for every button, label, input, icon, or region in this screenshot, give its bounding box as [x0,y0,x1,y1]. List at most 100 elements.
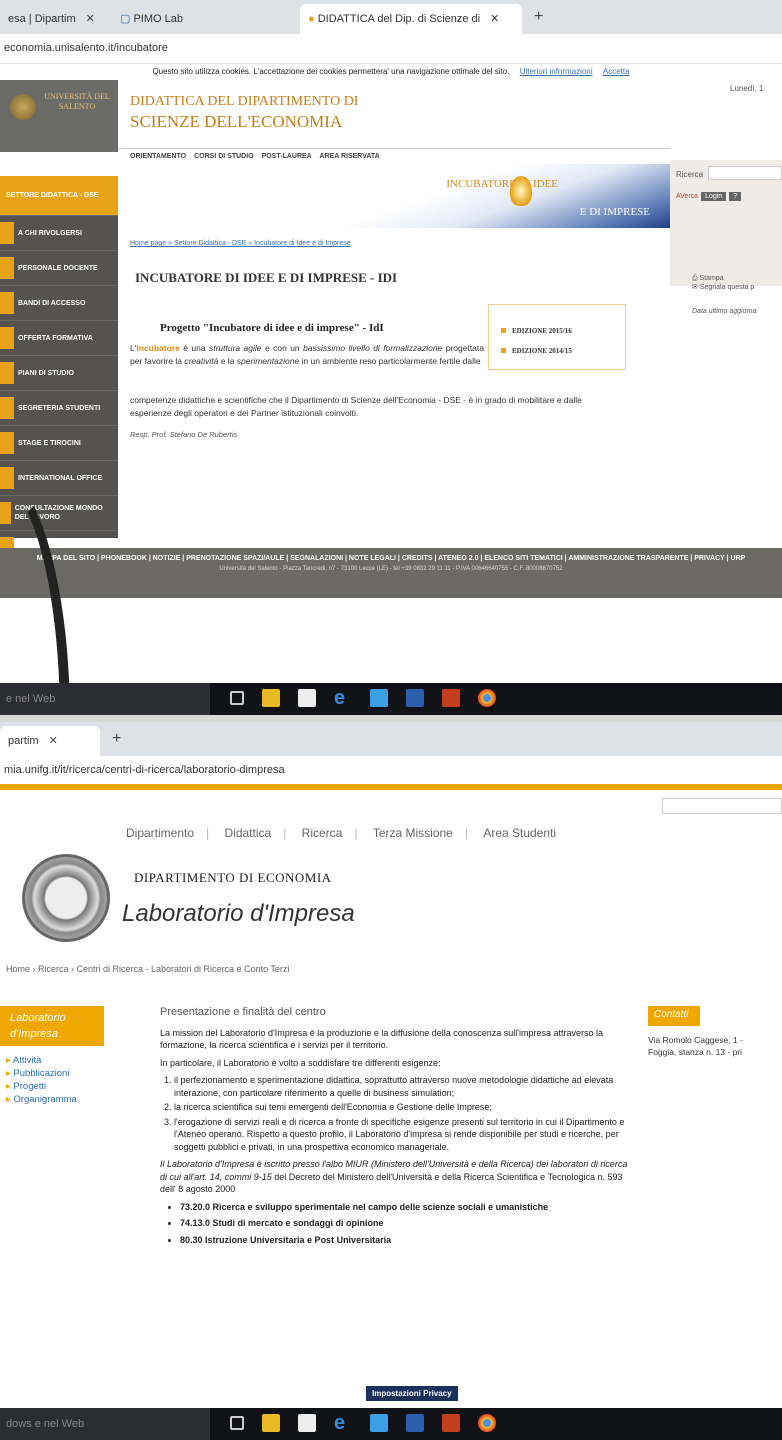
mission-paragraph: La mission del Laboratorio d'Impresa è l… [160,1027,604,1051]
tab-dipartimento[interactable]: esa | Dipartim ✕ [0,4,112,34]
tab-pimo-lab[interactable]: ▢ PIMO Lab✕ [112,4,278,34]
menu-orientamento[interactable]: ORIENTAMENTO [130,153,186,160]
banner-title-a: INCUBATORE DI IDEE [446,178,558,190]
address-bar[interactable]: economia.unisalento.it/incubatore [0,34,782,64]
sidebar-item-offerta-formativa[interactable]: OFFERTA FORMATIVA [0,321,118,356]
menu-corsi-di-studio[interactable]: CORSI DI STUDIO [194,153,254,160]
edge-icon[interactable]: e [334,688,352,708]
nav-ricerca[interactable]: Ricerca [302,826,343,840]
contacts-text: Via Romolo Caggese, 1 - Foggia, stanza n… [648,1034,743,1058]
taskbar: e nel Web e [0,683,782,715]
powerpoint-icon[interactable] [442,689,460,707]
sidebar-links: ▸ Attività ▸ Pubblicazioni ▸ Progetti ▸ … [6,1054,77,1106]
sidebar-item-settore-didattica[interactable]: SETTORE DIDATTICA - DSE [0,176,118,216]
sidebar-item-segreteria-studenti[interactable]: SEGRETERIA STUDENTI [0,391,118,426]
privacy-settings-button[interactable]: Impostazioni Privacy [366,1386,458,1401]
taskbar-search[interactable]: e nel Web [0,683,210,715]
main-content: Presentazione e finalità del centro La m… [160,1006,630,1250]
nav-dipartimento[interactable]: Dipartimento [126,826,194,840]
tab-label: partim [8,735,39,747]
word-icon[interactable] [406,1414,424,1432]
menu-area-riservata[interactable]: AREA RISERVATA [319,153,379,160]
square-icon [0,397,14,419]
chrome-icon[interactable] [478,1414,496,1432]
breadcrumb[interactable]: Home › Ricerca › Centri di Ricerca - Lab… [0,964,289,974]
favicon-icon: ● [308,13,318,25]
task-view-icon[interactable] [230,691,244,705]
sidebar-item-label: SETTORE DIDATTICA - DSE [6,192,99,199]
close-icon[interactable]: ✕ [86,13,95,25]
store-icon[interactable] [298,689,316,707]
app-icon[interactable] [370,689,388,707]
file-explorer-icon[interactable] [262,1414,280,1432]
university-name: UNIVERSITÀ DEL SALENTO [44,92,110,111]
app-icon[interactable] [370,1414,388,1432]
taskbar-search-text: e nel Web [6,693,56,705]
nav-terza-missione[interactable]: Terza Missione [373,826,453,840]
site-search-input[interactable] [662,798,782,814]
new-tab-icon[interactable]: + [534,8,543,26]
department-title: DIDATTICA DEL DIPARTIMENTO DI SCIENZE DE… [130,92,358,132]
search-input[interactable] [708,166,782,180]
edge-icon[interactable]: e [334,1413,352,1433]
sidebar-item-progetti[interactable]: ▸ Progetti [6,1080,77,1093]
banner-title-b: E DI IMPRESE [579,206,650,218]
sidebar-item-pubblicazioni[interactable]: ▸ Pubblicazioni [6,1067,77,1080]
tab-didattica[interactable]: ● DIDATTICA del Dip. di Scienze di ✕ [300,4,522,34]
sidebar-item-stage-e-tirocini[interactable]: STAGE E TIROCINI [0,426,118,461]
word-icon[interactable] [406,689,424,707]
sidebar-item-label: SEGRETERIA STUDENTI [18,404,101,412]
sidebar-item-personale-docente[interactable]: PERSONALE DOCENTE [0,251,118,286]
sidebar-item-a-chi-rivolgersi[interactable]: A CHI RIVOLGERSI [0,216,118,251]
text-part: creatività [184,356,219,366]
menu-post-laurea[interactable]: POST-LAUREA [262,153,312,160]
university-logo[interactable]: UNIVERSITÀ DEL SALENTO [0,80,118,152]
sidebar-item-organigramma[interactable]: ▸ Organigramma [6,1093,77,1106]
chrome-icon[interactable] [478,689,496,707]
sidebar-item-piani-di-studio[interactable]: PIANI DI STUDIO [0,356,118,391]
tab-dipartimento[interactable]: partim ✕ [0,726,100,756]
last-updated: Data ultimo aggiorna [692,308,757,315]
close-icon[interactable]: ✕ [49,735,58,747]
sidebar-item-attivita[interactable]: ▸ Attività [6,1054,77,1067]
top-menu: ORIENTAMENTO CORSI DI STUDIO POST-LAUREA… [118,148,670,164]
print-links: ⎙ Stampa ✉ Segnala questa p [692,274,754,292]
report-link[interactable]: ✉ Segnala questa p [692,283,754,292]
text-part: bassissimo livello di formalizzazione [303,343,443,353]
nav-area-studenti[interactable]: Area Studenti [483,826,556,840]
help-button[interactable]: ? [729,192,742,201]
sidebar-item-label: PIANI DI STUDIO [18,369,75,377]
address-bar[interactable]: mia.unifg.it/it/ricerca/centri-di-ricerc… [0,756,782,786]
footer-links[interactable]: MAPPA DEL SITO | PHONEBOOK | NOTIZIE | P… [0,554,782,564]
list-item: la ricerca scientifica sui temi emergent… [174,1101,630,1114]
sidebar-item-bandi-di-accesso[interactable]: BANDI DI ACCESSO [0,286,118,321]
edition-2015-link[interactable]: EDIZIONE 2015/16 [501,327,572,335]
taskbar-icons: e [230,688,496,709]
cookie-accept-link[interactable]: Accetta [603,67,630,76]
close-icon[interactable]: ✕ [490,13,499,25]
print-link[interactable]: ⎙ Stampa [692,274,754,283]
store-icon[interactable] [298,1414,316,1432]
login-row-prefix: AVerca [676,193,699,200]
new-tab-icon[interactable]: + [112,730,121,748]
square-icon [0,432,14,454]
powerpoint-icon[interactable] [442,1414,460,1432]
nav-didattica[interactable]: Didattica [225,826,272,840]
needs-list: il perfezionamento e sperimentazione did… [174,1074,630,1153]
taskbar: dows e nel Web e [0,1408,782,1440]
miur-paragraph: Il Laboratorio d'Impresa è iscritto pres… [160,1158,630,1196]
site-header: UNIVERSITÀ DEL SALENTO DIDATTICA DEL DIP… [0,80,782,152]
breadcrumb[interactable]: Home page » Settore Didattica - DSE » In… [130,240,351,247]
cookie-text: Questo sito utilizza cookies. L'accettaz… [152,67,510,76]
taskbar-search[interactable]: dows e nel Web [0,1408,210,1440]
cookie-more-link[interactable]: Ulteriori informazioni [520,67,593,76]
task-view-icon[interactable] [230,1416,244,1430]
bullet-icon [501,348,506,353]
square-icon [0,327,14,349]
edition-2014-link[interactable]: EDIZIONE 2014/15 [501,347,572,355]
login-button[interactable]: Login [701,192,727,201]
screenshot-unisalento: esa | Dipartim✕ ▢ PIMO Lab✕ ● DIDATTICA … [0,0,782,715]
university-seal-icon[interactable] [22,854,110,942]
text-part: sperimentazione [236,356,300,366]
file-explorer-icon[interactable] [262,689,280,707]
